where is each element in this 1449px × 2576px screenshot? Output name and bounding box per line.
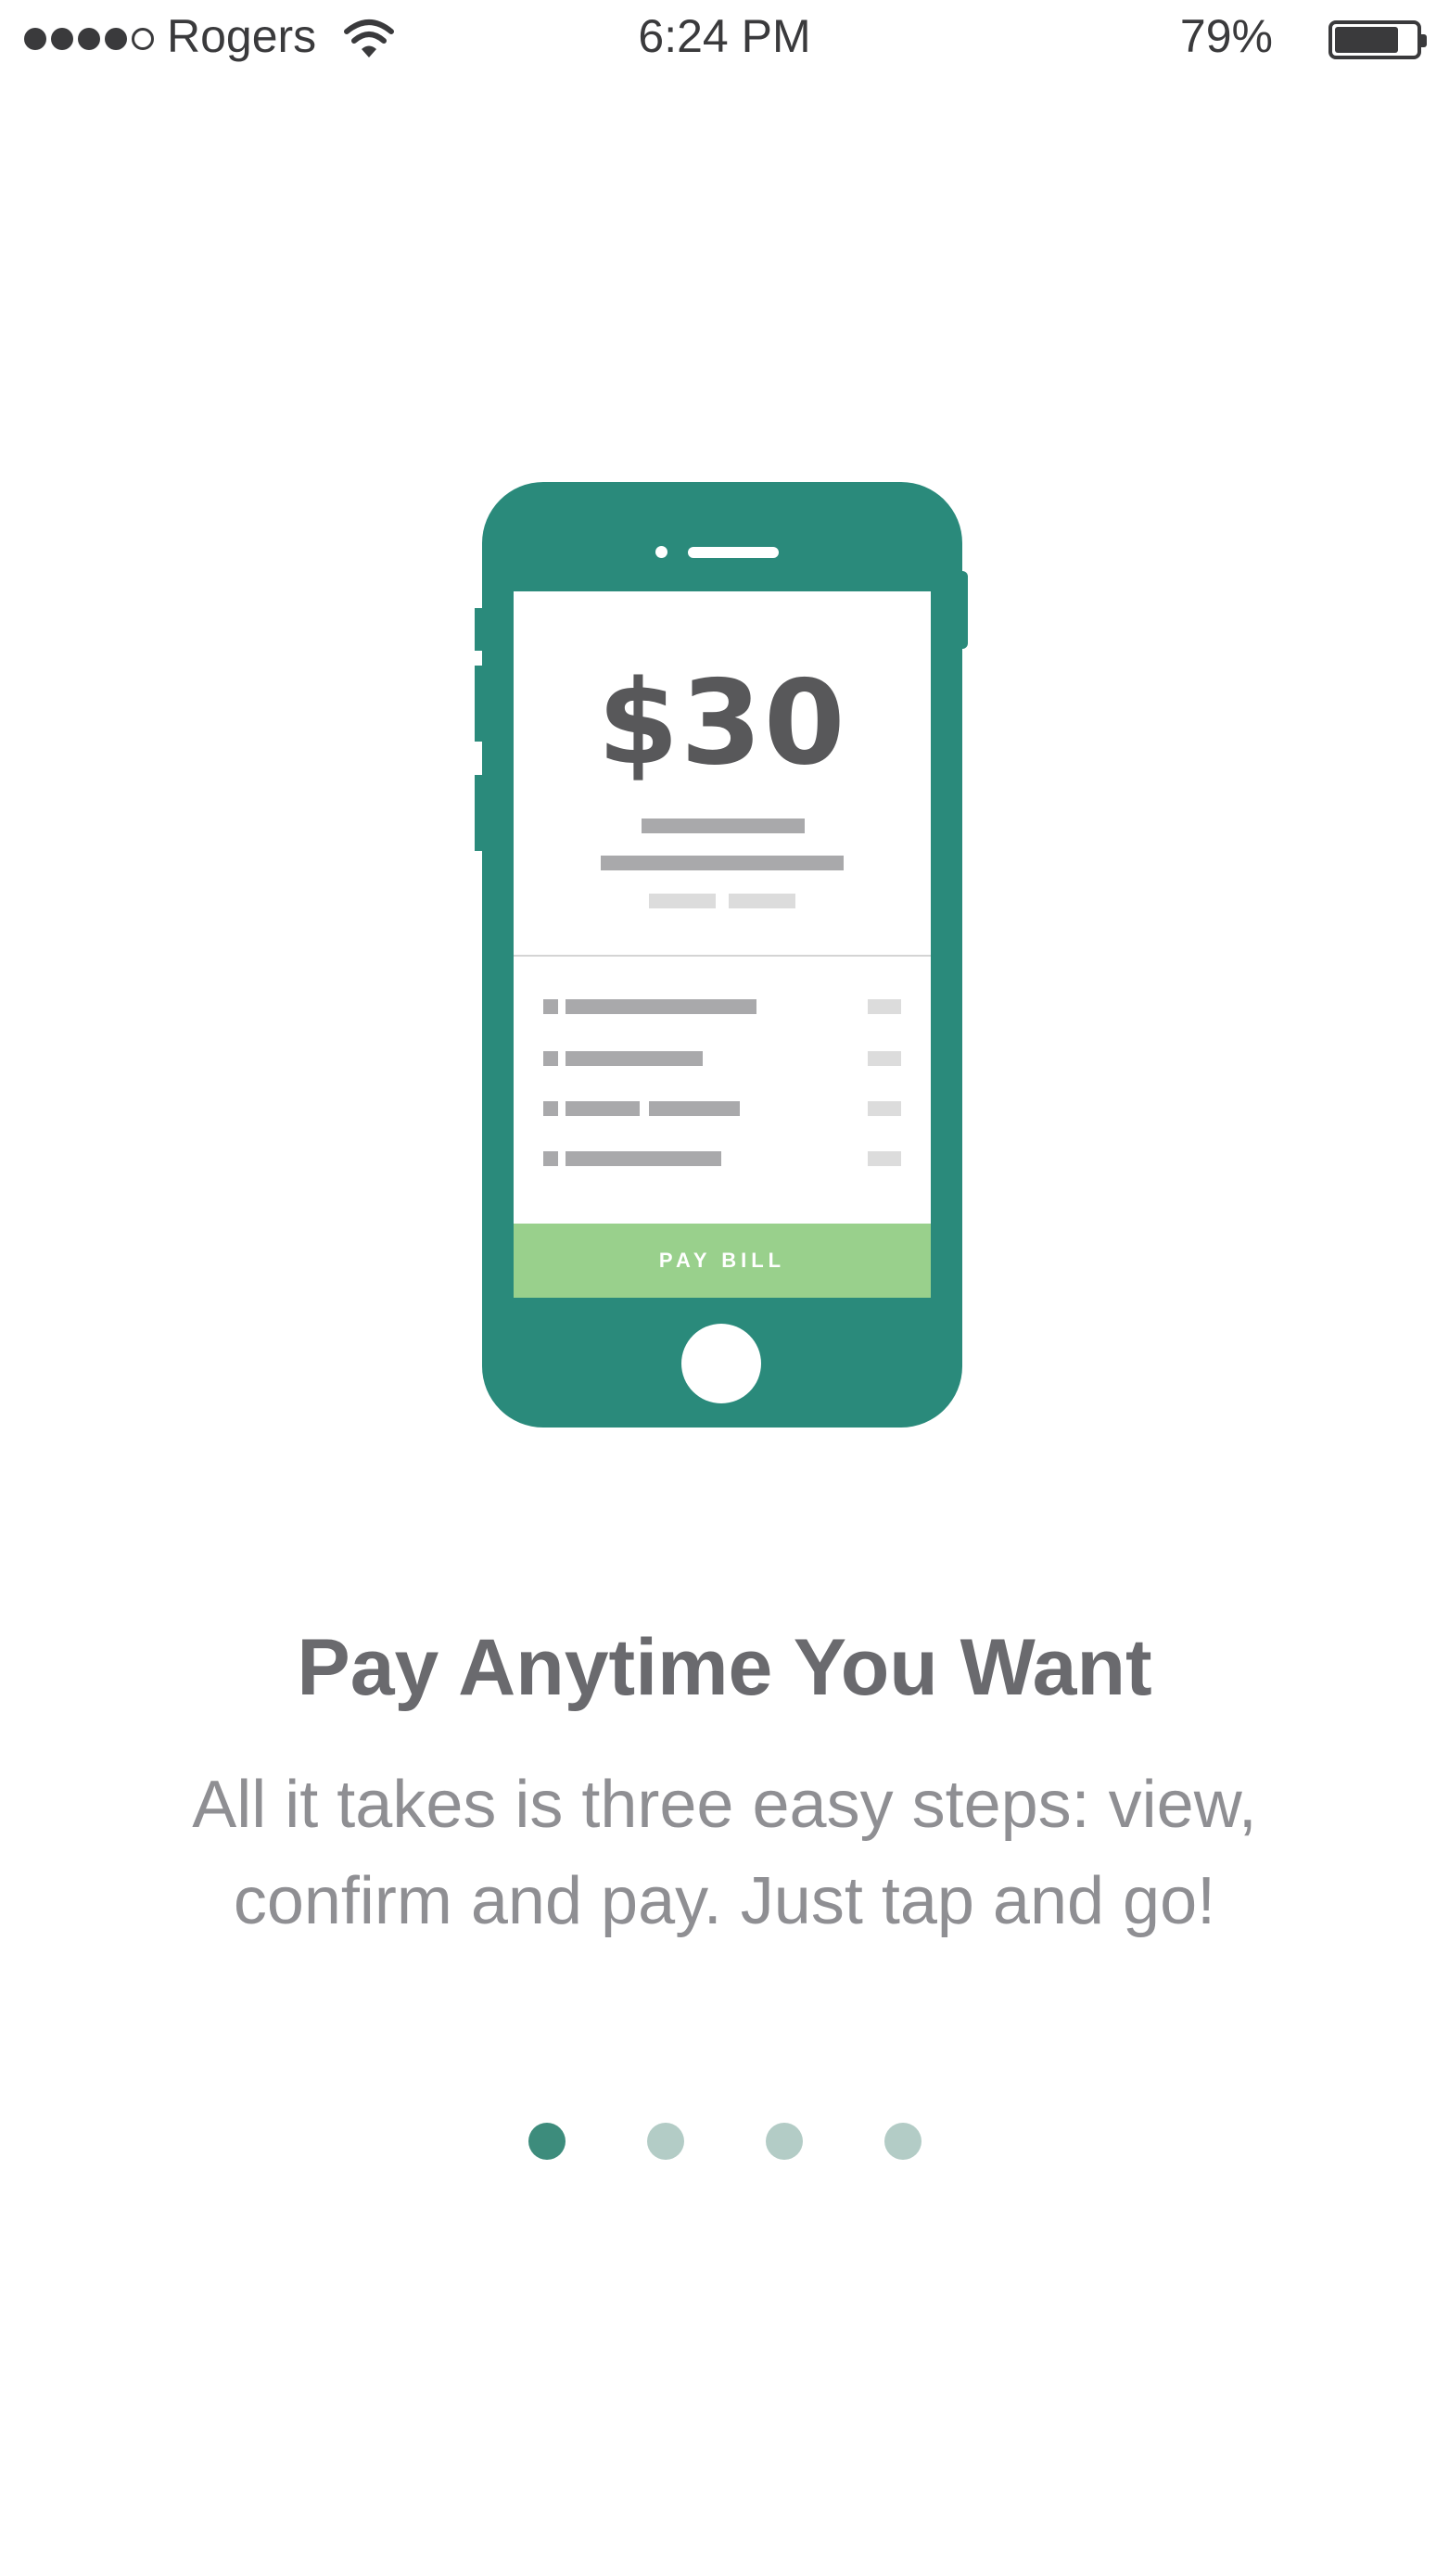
- page-indicator[interactable]: [0, 2123, 1449, 2160]
- list-line: [566, 999, 756, 1014]
- list-bullet: [543, 999, 558, 1014]
- list-bullet: [543, 1151, 558, 1166]
- phone-camera-icon: [655, 546, 667, 558]
- placeholder-line: [642, 818, 805, 833]
- onboarding-title: Pay Anytime You Want: [297, 1623, 1152, 1712]
- phone-speaker-icon: [688, 547, 779, 558]
- list-value: [868, 1101, 901, 1116]
- screen-divider: [514, 955, 931, 957]
- phone-side-button: [475, 666, 484, 742]
- list-bullet: [543, 1051, 558, 1066]
- list-line: [649, 1101, 740, 1116]
- status-bar: Rogers 6:24 PM 79%: [0, 0, 1449, 78]
- phone-side-button: [475, 608, 484, 651]
- page-dot-4[interactable]: [883, 2123, 922, 2160]
- bill-amount: $30: [597, 654, 847, 791]
- placeholder-line: [729, 894, 795, 908]
- page-dot-2[interactable]: [646, 2123, 684, 2160]
- battery-percentage: 79%: [1179, 10, 1273, 62]
- page-dot-1[interactable]: [527, 2123, 566, 2160]
- placeholder-line: [649, 894, 716, 908]
- pay-bill-button: PAY BILL: [514, 1224, 931, 1298]
- phone-home-button-icon: [681, 1324, 761, 1403]
- phone-illustration: $30 PAY BILL: [475, 482, 968, 1428]
- list-line: [566, 1051, 703, 1066]
- list-line: [566, 1151, 721, 1166]
- placeholder-line: [601, 856, 844, 870]
- list-value: [868, 999, 901, 1014]
- phone-side-button: [953, 571, 968, 649]
- phone-screen: $30 PAY BILL: [514, 591, 931, 1298]
- list-value: [868, 1151, 901, 1166]
- list-line: [566, 1101, 640, 1116]
- onboarding-description: All it takes is three easy steps: view, …: [192, 1768, 1257, 1938]
- list-bullet: [543, 1101, 558, 1116]
- page-dot-3[interactable]: [765, 2123, 803, 2160]
- battery-icon: [1328, 20, 1427, 59]
- list-value: [868, 1051, 901, 1066]
- phone-side-button: [475, 775, 484, 851]
